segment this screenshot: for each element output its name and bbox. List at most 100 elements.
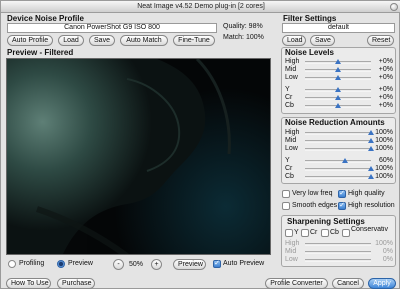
very-low-freq-checkbox[interactable] xyxy=(282,190,290,198)
conservative-label: Conservativ xyxy=(351,226,388,233)
slider-label: Mid xyxy=(285,137,297,144)
sharpening-title: Sharpening Settings xyxy=(287,217,365,226)
slider-label: Y xyxy=(285,86,290,93)
slider-value: 60% xyxy=(378,157,393,164)
slider-track[interactable] xyxy=(305,140,371,143)
apply-button[interactable]: Apply xyxy=(368,278,396,289)
slider-label: Mid xyxy=(285,66,297,73)
slider-thumb[interactable] xyxy=(335,59,341,64)
preview-heading: Preview - Filtered xyxy=(7,48,74,57)
sharpen-cb-label: Cb xyxy=(330,229,339,236)
slider-thumb[interactable] xyxy=(335,87,341,92)
smooth-edges-checkbox[interactable] xyxy=(282,202,290,210)
preview-button[interactable]: Preview xyxy=(173,259,206,270)
slider-track[interactable] xyxy=(305,168,371,171)
auto-preview-checkbox[interactable]: ✓ xyxy=(213,260,221,268)
fine-tune-button[interactable]: Fine-Tune xyxy=(173,35,215,46)
slider-value: 100% xyxy=(375,145,393,152)
slider-label: Cb xyxy=(285,173,294,180)
high-quality-checkbox[interactable]: ✓ xyxy=(338,190,346,198)
slider-thumb[interactable] xyxy=(335,103,341,108)
profile-converter-button[interactable]: Profile Converter xyxy=(265,278,328,289)
high-resolution-checkbox[interactable]: ✓ xyxy=(338,202,346,210)
slider-label: Cr xyxy=(285,165,293,172)
filter-save-button[interactable]: Save xyxy=(310,35,335,46)
profile-save-button[interactable]: Save xyxy=(89,35,115,46)
filter-reset-button[interactable]: Reset xyxy=(367,35,394,46)
sharpen-slider-label: High xyxy=(285,240,300,247)
zoom-out-button[interactable]: - xyxy=(113,259,124,270)
how-to-use-button[interactable]: How To Use xyxy=(6,278,51,289)
preview-photo xyxy=(7,59,270,254)
slider-value: 100% xyxy=(375,129,393,136)
slider-value: 100% xyxy=(375,173,393,180)
slider-track[interactable] xyxy=(305,148,371,151)
slider-thumb[interactable] xyxy=(335,75,341,80)
slider-label: High xyxy=(285,129,300,136)
slider-value: 100% xyxy=(375,137,393,144)
conservative-checkbox[interactable] xyxy=(342,229,350,237)
preview-mode-label: Preview xyxy=(68,260,93,267)
slider-value: +0% xyxy=(378,66,393,73)
sharpen-slider-label: Mid xyxy=(285,248,297,255)
sharpen-y-checkbox[interactable] xyxy=(285,229,293,237)
slider-track[interactable] xyxy=(305,160,371,163)
quality-readout: Quality: 98% xyxy=(223,23,263,30)
slider-value: 100% xyxy=(375,165,393,172)
profiling-radio[interactable] xyxy=(8,260,16,268)
slider-thumb[interactable] xyxy=(335,95,341,100)
slider-value: +0% xyxy=(378,74,393,81)
auto-profile-button[interactable]: Auto Profile xyxy=(7,35,53,46)
sharpen-slider-value: 100% xyxy=(375,240,393,247)
filter-preset-field: default xyxy=(282,23,395,33)
cancel-button[interactable]: Cancel xyxy=(332,278,364,289)
smooth-edges-label: Smooth edges xyxy=(292,202,338,209)
app-window: Neat Image v4.52 Demo plug-in [2 cores] … xyxy=(0,0,400,289)
sharpen-slider-value: 0% xyxy=(382,248,393,255)
slider-thumb[interactable] xyxy=(335,67,341,72)
slider-label: Low xyxy=(285,145,298,152)
slider-value: +0% xyxy=(378,94,393,101)
title-bar: Neat Image v4.52 Demo plug-in [2 cores] xyxy=(1,1,400,13)
sharpen-cr-label: Cr xyxy=(310,229,318,236)
purchase-button[interactable]: Purchase xyxy=(57,278,95,289)
profile-heading: Device Noise Profile xyxy=(7,14,84,23)
window-zoom-button[interactable] xyxy=(390,3,398,11)
preview-image[interactable] xyxy=(6,58,271,255)
sharpen-cr-checkbox[interactable] xyxy=(301,229,309,237)
sharpen-slider-track[interactable] xyxy=(305,243,371,246)
slider-label: Y xyxy=(285,157,290,164)
auto-preview-label: Auto Preview xyxy=(223,260,265,267)
zoom-in-button[interactable]: + xyxy=(151,259,162,270)
slider-thumb[interactable] xyxy=(341,158,348,163)
filter-load-button[interactable]: Load xyxy=(282,35,306,46)
filter-heading: Filter Settings xyxy=(283,14,337,23)
profile-load-button[interactable]: Load xyxy=(58,35,84,46)
sharpen-y-label: Y xyxy=(294,229,299,236)
window-title: Neat Image v4.52 Demo plug-in [2 cores] xyxy=(137,3,265,10)
slider-value: +0% xyxy=(378,58,393,65)
slider-label: Cr xyxy=(285,94,293,101)
high-resolution-label: High resolution xyxy=(348,202,395,209)
slider-track[interactable] xyxy=(305,132,371,135)
slider-label: Low xyxy=(285,74,298,81)
sharpen-cb-checkbox[interactable] xyxy=(321,229,329,237)
slider-value: +0% xyxy=(378,102,393,109)
noise-levels-title: Noise Levels xyxy=(285,48,334,57)
slider-track[interactable] xyxy=(305,176,371,179)
noise-reduction-title: Noise Reduction Amounts xyxy=(285,118,385,127)
sharpen-slider-value: 0% xyxy=(382,256,393,263)
high-quality-label: High quality xyxy=(348,190,385,197)
sharpen-slider-track[interactable] xyxy=(305,259,371,262)
slider-label: Cb xyxy=(285,102,294,109)
sharpen-slider-track[interactable] xyxy=(305,251,371,254)
preview-radio[interactable] xyxy=(57,260,65,268)
sharpen-slider-label: Low xyxy=(285,256,298,263)
device-name-field: Canon PowerShot G9 ISO 800 xyxy=(7,23,217,33)
auto-match-button[interactable]: Auto Match xyxy=(120,35,168,46)
profiling-label: Profiling xyxy=(19,260,45,267)
match-readout: Match: 100% xyxy=(223,34,264,41)
very-low-freq-label: Very low freq xyxy=(292,190,333,197)
zoom-level: 50% xyxy=(129,261,144,268)
slider-label: High xyxy=(285,58,300,65)
